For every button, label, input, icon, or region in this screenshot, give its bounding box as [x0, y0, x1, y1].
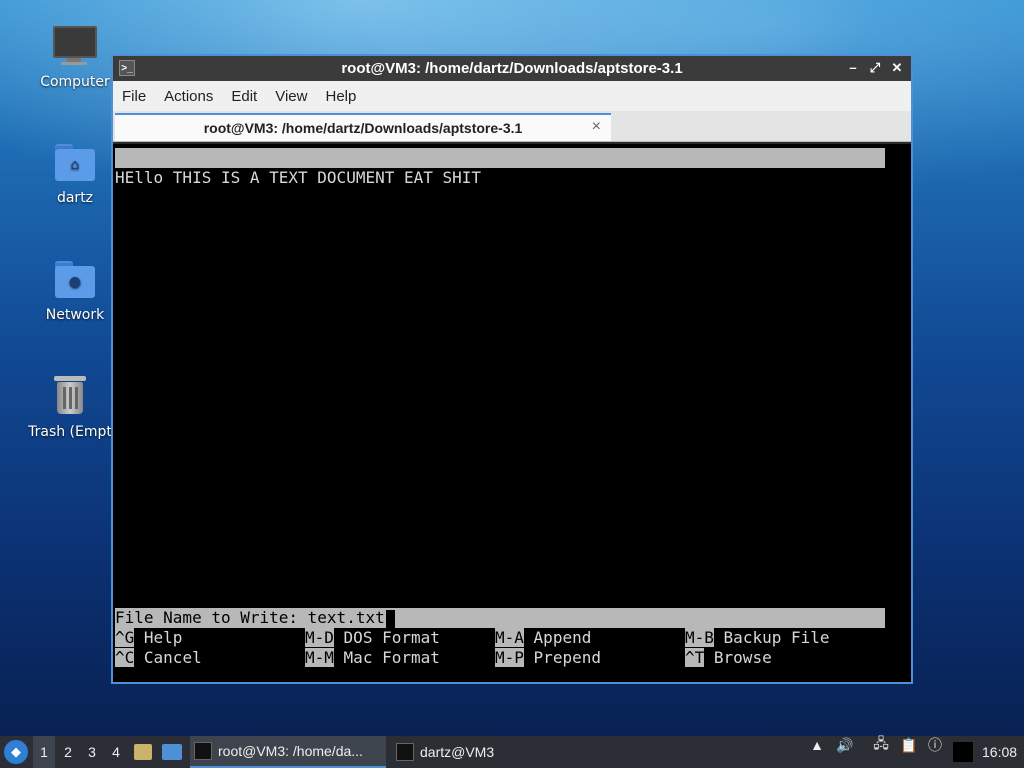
file-manager-launcher[interactable] — [134, 736, 154, 768]
shortcut-key: ^T — [685, 648, 705, 667]
shortcut-desc: Cancel — [143, 648, 202, 667]
file-content-line[interactable]: HEllo THIS IS A TEXT DOCUMENT EAT SHIT — [115, 168, 481, 188]
workspace-2[interactable]: 2 — [57, 736, 79, 768]
file-manager-icon — [134, 744, 152, 760]
prompt-text: File Name to Write: text.txt — [115, 608, 385, 627]
taskbar-app-dartz[interactable]: dartz@VM3 — [392, 736, 532, 768]
nano-title-bar: GNU nano 6.2 text.txt * — [115, 148, 885, 207]
monitor-icon — [51, 22, 99, 70]
taskbar-app-terminal[interactable]: root@VM3: /home/da... — [190, 736, 386, 768]
workspace-4[interactable]: 4 — [105, 736, 127, 768]
update-notifier-icon[interactable]: ⓘ — [926, 736, 944, 754]
network-folder-icon: ● — [51, 255, 99, 303]
nano-filename: text.txt * — [485, 188, 582, 207]
desktop-icon — [162, 744, 182, 760]
show-desktop-launcher[interactable] — [162, 736, 184, 768]
close-button[interactable]: ✕ — [889, 59, 905, 77]
shortcut-prepend: M-P Prepend — [495, 648, 601, 668]
volume-icon[interactable]: 🔊 — [836, 736, 854, 754]
shortcut-key: ^C — [115, 648, 135, 667]
desktop-icon-label: Network — [45, 307, 105, 323]
taskbar: ◆ 1 2 3 4 root@VM3: /home/da... dartz@VM… — [0, 735, 1024, 768]
desktop-icon-label: Computer — [40, 74, 110, 90]
terminal-area[interactable]: GNU nano 6.2 text.txt * HEllo THIS IS A … — [113, 144, 911, 682]
trash-icon — [46, 372, 94, 420]
terminal-icon — [194, 742, 212, 760]
shortcut-dos-format: M-D DOS Format — [305, 628, 440, 648]
terminal-tab[interactable]: root@VM3: /home/dartz/Downloads/aptstore… — [115, 113, 611, 141]
clipboard-icon[interactable]: 📋 — [900, 736, 918, 754]
terminal-icon — [396, 743, 414, 761]
maximize-button[interactable]: ⤢ — [867, 59, 883, 77]
desktop-icon-computer[interactable]: Computer — [25, 22, 125, 90]
shortcut-key: M-A — [495, 628, 524, 647]
terminal-icon: >_ — [119, 60, 135, 76]
shortcut-mac-format: M-M Mac Format — [305, 648, 440, 668]
tab-bar: root@VM3: /home/dartz/Downloads/aptstore… — [113, 111, 911, 142]
shortcut-cancel: ^C Cancel — [115, 648, 202, 668]
desktop-icon-label: Trash (Empt — [28, 424, 112, 440]
shortcut-browse: ^T Browse — [685, 648, 772, 668]
desktop-icon-home[interactable]: ⌂ dartz — [25, 138, 125, 206]
shortcut-key: M-B — [685, 628, 714, 647]
shortcut-key: M-P — [495, 648, 524, 667]
network-icon[interactable]: 🖧 — [872, 735, 890, 754]
workspace-3[interactable]: 3 — [81, 736, 103, 768]
menu-view[interactable]: View — [266, 88, 316, 105]
shortcut-key: ^G — [115, 628, 135, 647]
menu-edit[interactable]: Edit — [222, 88, 266, 105]
screen-icon-box — [953, 742, 973, 762]
menu-file[interactable]: File — [113, 88, 155, 105]
screen-icon[interactable] — [953, 736, 975, 768]
taskbar-app-label: root@VM3: /home/da... — [218, 743, 363, 759]
shortcut-desc: Browse — [713, 648, 772, 667]
shortcut-key: M-M — [305, 648, 334, 667]
menubar: File Actions Edit View Help — [113, 81, 911, 111]
shortcut-help: ^G Help — [115, 628, 182, 648]
clock[interactable]: 16:08 — [982, 736, 1017, 768]
workspace-1[interactable]: 1 — [33, 736, 55, 768]
filename-prompt[interactable]: File Name to Write: text.txt — [115, 608, 885, 628]
minimize-button[interactable]: – — [845, 59, 861, 77]
shortcut-desc: Mac Format — [343, 648, 440, 667]
window-titlebar[interactable]: >_ root@VM3: /home/dartz/Downloads/aptst… — [113, 56, 911, 81]
tab-label: root@VM3: /home/dartz/Downloads/aptstore… — [203, 120, 523, 136]
menu-help[interactable]: Help — [316, 88, 365, 105]
terminal-window: >_ root@VM3: /home/dartz/Downloads/aptst… — [111, 54, 913, 684]
desktop-icon-label: dartz — [56, 190, 94, 206]
shortcut-desc: Prepend — [533, 648, 601, 667]
shortcut-key: M-D — [305, 628, 334, 647]
window-title: root@VM3: /home/dartz/Downloads/aptstore… — [341, 60, 683, 77]
shortcut-append: M-A Append — [495, 628, 591, 648]
shortcut-desc: Backup File — [723, 628, 830, 647]
desktop-icon-network[interactable]: ● Network — [25, 255, 125, 323]
tray-up-arrow-icon[interactable]: ▲ — [808, 736, 826, 754]
text-cursor — [385, 609, 395, 628]
shortcut-desc: DOS Format — [343, 628, 440, 647]
desktop-icon-trash[interactable]: Trash (Empt — [20, 372, 120, 440]
menu-actions[interactable]: Actions — [155, 88, 222, 105]
shortcut-desc: Append — [533, 628, 592, 647]
home-folder-icon: ⌂ — [51, 138, 99, 186]
taskbar-app-label: dartz@VM3 — [420, 744, 495, 760]
shortcut-desc: Help — [143, 628, 183, 647]
tab-close-icon[interactable]: × — [592, 118, 601, 136]
shortcut-backup-file: M-B Backup File — [685, 628, 830, 648]
start-menu-icon[interactable]: ◆ — [4, 740, 28, 764]
